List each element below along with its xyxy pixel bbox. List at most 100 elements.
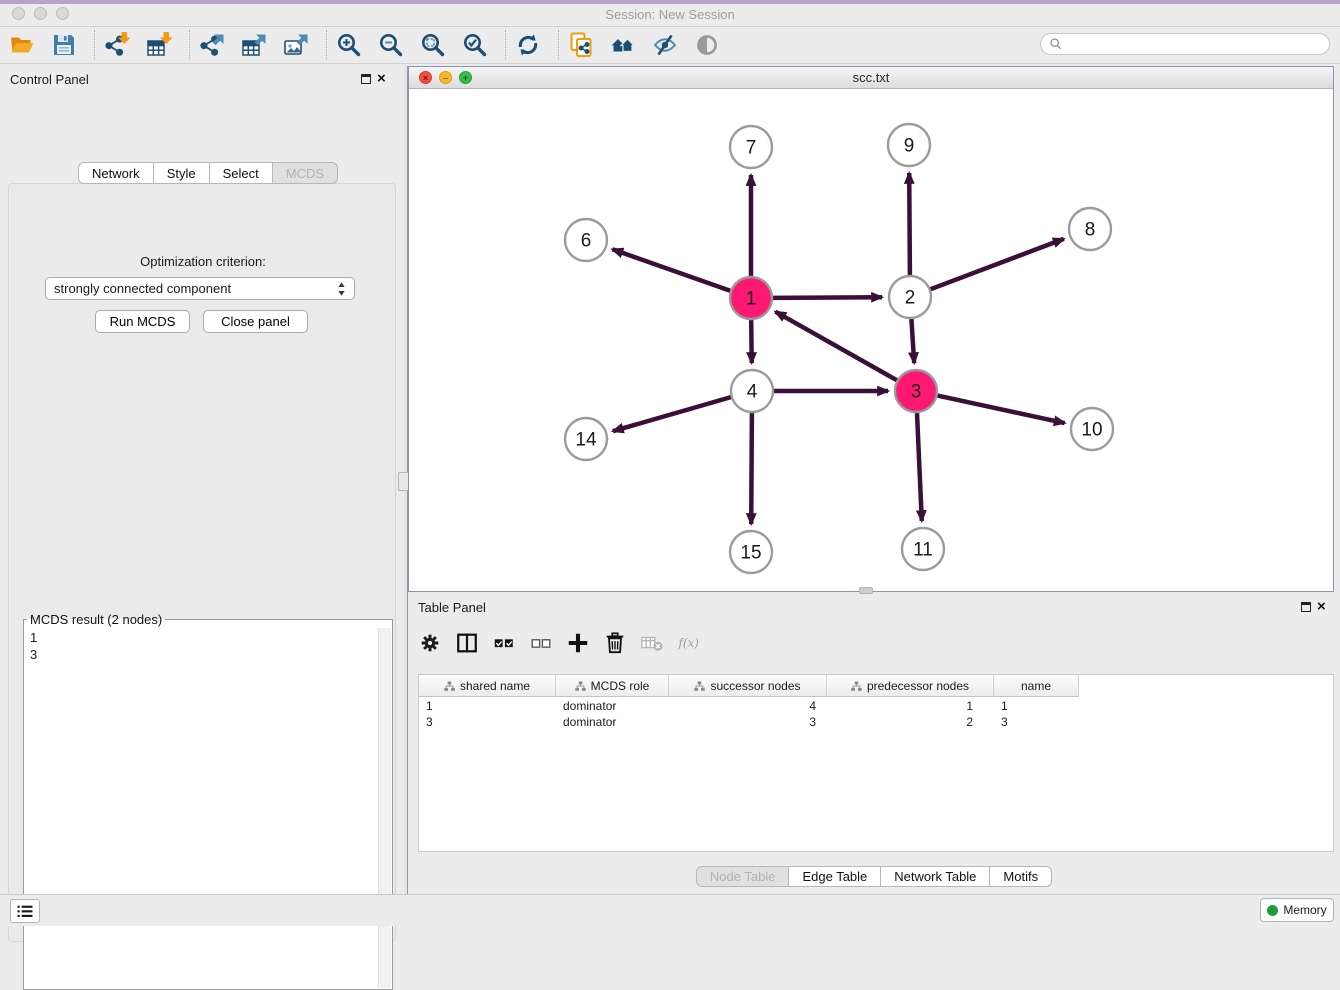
mcds-result-scrollbar[interactable] bbox=[378, 628, 391, 988]
table-cell[interactable]: 3 bbox=[669, 714, 827, 730]
mcds-result-lines: 13 bbox=[30, 629, 37, 663]
network-edge-4-14[interactable] bbox=[613, 397, 731, 431]
network-node-15[interactable]: 15 bbox=[730, 531, 772, 573]
refresh-icon[interactable] bbox=[515, 32, 541, 58]
svg-text:10: 10 bbox=[1081, 420, 1102, 441]
tab-network[interactable]: Network bbox=[78, 162, 154, 184]
svg-text:7: 7 bbox=[746, 138, 757, 159]
column-visibility-icon[interactable] bbox=[455, 631, 479, 655]
network-view-window: × – + scc.txt 7 9 6 8 1 2 4 3 14 10 bbox=[408, 66, 1334, 592]
column-header-successor-nodes[interactable]: successor nodes bbox=[669, 675, 827, 697]
table-cell[interactable]: dominator bbox=[556, 714, 669, 730]
home-layout-icon[interactable] bbox=[610, 32, 636, 58]
export-network-icon[interactable] bbox=[199, 32, 225, 58]
zoom-fit-icon[interactable] bbox=[420, 32, 446, 58]
network-node-14[interactable]: 14 bbox=[565, 418, 607, 460]
tab-motifs[interactable]: Motifs bbox=[989, 866, 1052, 887]
import-table-icon[interactable] bbox=[146, 32, 172, 58]
network-node-6[interactable]: 6 bbox=[565, 219, 607, 261]
table-cell[interactable]: 1 bbox=[419, 698, 556, 714]
table-cell[interactable]: 4 bbox=[669, 698, 827, 714]
tab-style[interactable]: Style bbox=[153, 162, 210, 184]
network-node-10[interactable]: 10 bbox=[1071, 408, 1113, 450]
deselect-all-icon[interactable] bbox=[529, 631, 553, 655]
svg-text:11: 11 bbox=[913, 540, 933, 561]
network-node-7[interactable]: 7 bbox=[730, 126, 772, 168]
run-mcds-button[interactable]: Run MCDS bbox=[95, 310, 190, 333]
table-cell[interactable]: 1 bbox=[827, 698, 994, 714]
network-edge-4-15[interactable] bbox=[751, 413, 752, 524]
tab-network-table[interactable]: Network Table bbox=[880, 866, 990, 887]
network-node-1[interactable]: 1 bbox=[730, 277, 772, 319]
table-cell[interactable]: 3 bbox=[419, 714, 556, 730]
svg-text:9: 9 bbox=[904, 136, 915, 157]
export-table-icon[interactable] bbox=[241, 32, 267, 58]
table-cell[interactable]: dominator bbox=[556, 698, 669, 714]
optimization-criterion-value: strongly connected component bbox=[54, 281, 231, 296]
network-edge-1-4[interactable] bbox=[751, 320, 752, 363]
network-node-4[interactable]: 4 bbox=[731, 370, 773, 412]
tab-mcds[interactable]: MCDS bbox=[272, 162, 338, 184]
tab-node-table[interactable]: Node Table bbox=[696, 866, 790, 887]
delete-column-icon[interactable] bbox=[603, 631, 627, 655]
optimization-criterion-label: Optimization criterion: bbox=[9, 254, 397, 269]
select-all-icon[interactable] bbox=[492, 631, 516, 655]
settings-gear-icon[interactable] bbox=[418, 631, 442, 655]
column-label: MCDS role bbox=[591, 679, 650, 693]
network-edge-3-11[interactable] bbox=[917, 413, 922, 521]
function-builder-icon: f(x) bbox=[677, 631, 701, 655]
network-edge-1-6[interactable] bbox=[612, 249, 730, 290]
tab-select[interactable]: Select bbox=[209, 162, 273, 184]
network-edge-1-2[interactable] bbox=[773, 297, 882, 298]
svg-text:2: 2 bbox=[905, 288, 916, 309]
network-edge-2-8[interactable] bbox=[931, 239, 1064, 289]
optimization-criterion-select[interactable]: strongly connected component bbox=[45, 277, 355, 300]
close-panel-icon[interactable]: × bbox=[377, 70, 386, 88]
search-input[interactable] bbox=[1068, 37, 1321, 51]
export-image-icon[interactable] bbox=[283, 32, 309, 58]
toolbar-separator bbox=[558, 30, 559, 60]
zoom-in-icon[interactable] bbox=[336, 32, 362, 58]
table-cell[interactable]: 2 bbox=[827, 714, 994, 730]
import-network-icon[interactable] bbox=[104, 32, 130, 58]
hide-details-icon[interactable] bbox=[652, 32, 678, 58]
table-close-panel-icon[interactable]: × bbox=[1317, 598, 1326, 616]
network-node-8[interactable]: 8 bbox=[1069, 208, 1111, 250]
network-node-9[interactable]: 9 bbox=[888, 124, 930, 166]
table-cell[interactable]: 3 bbox=[994, 714, 1079, 730]
memory-status-icon bbox=[1267, 905, 1278, 916]
network-edge-2-3[interactable] bbox=[911, 319, 914, 363]
task-history-button[interactable] bbox=[10, 899, 40, 923]
network-node-3[interactable]: 3 bbox=[895, 370, 937, 412]
tab-edge-table[interactable]: Edge Table bbox=[788, 866, 881, 887]
table-cell[interactable]: 1 bbox=[994, 698, 1079, 714]
network-splitter-handle[interactable] bbox=[859, 587, 873, 594]
network-edge-3-10[interactable] bbox=[938, 396, 1065, 424]
show-graphics-icon[interactable] bbox=[694, 32, 720, 58]
table-float-panel-icon[interactable] bbox=[1301, 602, 1311, 612]
save-session-icon[interactable] bbox=[51, 32, 77, 58]
add-column-icon[interactable] bbox=[566, 631, 590, 655]
network-node-2[interactable]: 2 bbox=[889, 276, 931, 318]
clone-network-icon[interactable] bbox=[568, 32, 594, 58]
network-edge-3-1[interactable] bbox=[775, 312, 896, 381]
network-node-11[interactable]: 11 bbox=[902, 528, 944, 570]
column-header-predecessor-nodes[interactable]: predecessor nodes bbox=[827, 675, 994, 697]
zoom-out-icon[interactable] bbox=[378, 32, 404, 58]
float-panel-icon[interactable] bbox=[361, 74, 371, 84]
column-header-shared-name[interactable]: shared name bbox=[419, 675, 556, 697]
table-row[interactable]: 1dominator411 bbox=[419, 698, 1079, 714]
close-panel-button[interactable]: Close panel bbox=[203, 310, 308, 333]
memory-button[interactable]: Memory bbox=[1260, 898, 1334, 922]
mcds-result-group[interactable]: MCDS result (2 nodes) 13 bbox=[23, 612, 393, 990]
table-row[interactable]: 3dominator323 bbox=[419, 714, 1079, 730]
toolbar-separator bbox=[326, 30, 327, 60]
zoom-selected-icon[interactable] bbox=[462, 32, 488, 58]
column-header-name[interactable]: name bbox=[994, 675, 1079, 697]
network-edge-2-9[interactable] bbox=[909, 173, 910, 275]
search-box[interactable] bbox=[1040, 33, 1330, 55]
table-toolbar: f(x) bbox=[418, 626, 714, 660]
column-header-MCDS-role[interactable]: MCDS role bbox=[556, 675, 669, 697]
open-file-icon[interactable] bbox=[9, 32, 35, 58]
network-canvas[interactable]: 7 9 6 8 1 2 4 3 14 10 15 11 bbox=[409, 89, 1333, 591]
